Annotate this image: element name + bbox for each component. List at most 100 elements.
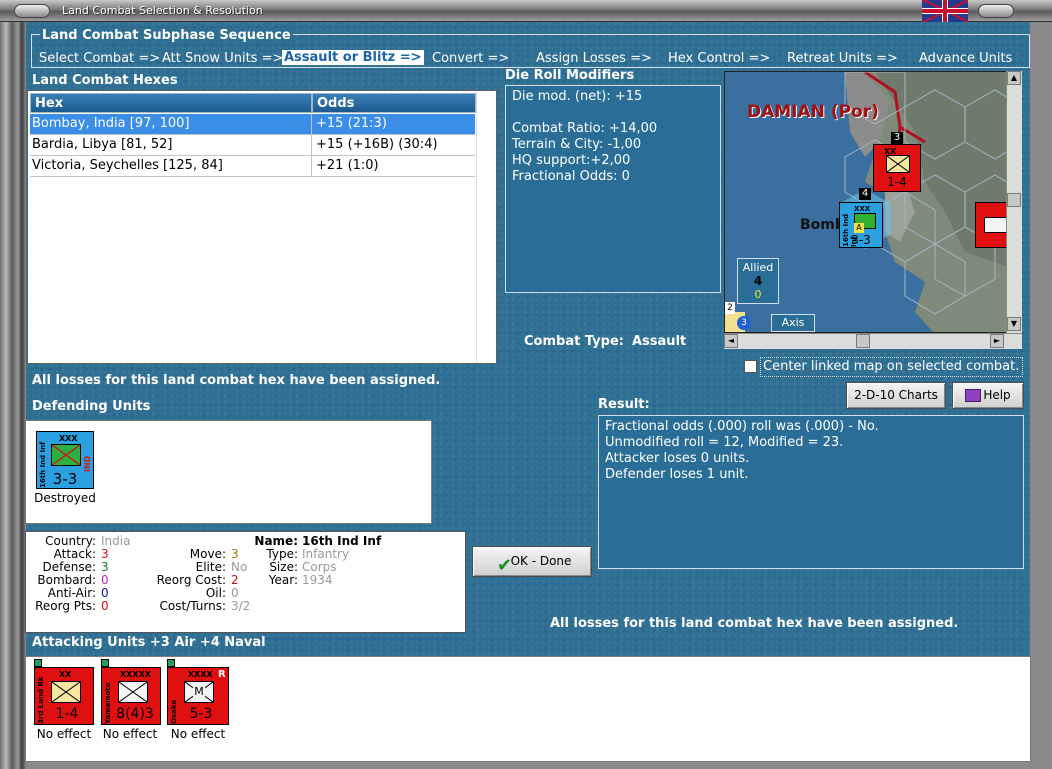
map-horizontal-scrollbar[interactable]: ◄ ► <box>724 333 1022 349</box>
table-row[interactable]: Bardia, Libya [81, 52] +15 (+16B) (30:4) <box>30 135 475 156</box>
terrain-city-line: Terrain & City: -1,00 <box>512 137 642 152</box>
motorized-symbol-icon: M <box>184 681 214 703</box>
defending-unit-counter[interactable]: 16th Ind Inf XXX IND 3-3 <box>36 431 94 489</box>
step-advance-units[interactable]: Advance Units <box>919 51 1012 66</box>
step-convert[interactable]: Convert => <box>432 51 509 66</box>
step-retreat-units[interactable]: Retreat Units => <box>787 51 898 66</box>
window-control-button[interactable] <box>978 4 1014 18</box>
info-label: Oil: <box>205 586 226 600</box>
leader-name-label: DAMIAN (Por) <box>747 102 879 122</box>
scroll-down-button[interactable]: ▼ <box>1007 317 1021 331</box>
help-book-icon <box>965 389 981 402</box>
info-label: Move: <box>189 547 226 561</box>
counter-size: XXXX <box>188 670 213 679</box>
result-line: Defender loses 1 unit. <box>605 467 749 482</box>
allied-count: 4 <box>753 274 763 288</box>
scroll-thumb[interactable] <box>856 334 870 348</box>
allied-stack-box[interactable]: Allied 4 0 <box>737 258 779 304</box>
step-select-combat[interactable]: Select Combat => <box>39 51 160 66</box>
step-assign-losses[interactable]: Assign Losses => <box>536 51 652 66</box>
counter-values: 3-3 <box>52 470 78 488</box>
odds-cell: +21 (1:0) <box>316 158 379 173</box>
info-value-defense: 3 <box>101 560 109 574</box>
counter-values: 1-4 <box>55 706 79 722</box>
info-label: Anti-Air: <box>47 586 96 600</box>
table-scroll-area <box>476 91 496 363</box>
allied-label: Allied <box>742 261 774 274</box>
unit-info-panel: Country: India Attack: 3 Defense: 3 Bomb… <box>25 531 466 633</box>
title-bar: Land Combat Selection & Resolution <box>0 0 1052 22</box>
odds-cell: +15 (21:3) <box>316 116 387 131</box>
unit-marker-icon <box>101 659 109 667</box>
info-value-elite: No <box>231 560 248 574</box>
info-label: Cost/Turns: <box>159 599 226 613</box>
british-flag-icon <box>922 0 968 22</box>
scroll-up-button[interactable]: ▲ <box>1007 71 1021 85</box>
hex-cell: Bardia, Libya [81, 52] <box>30 135 312 156</box>
info-label: Attack: <box>53 547 96 561</box>
hex-cell: Bombay, India [97, 100] <box>30 114 312 135</box>
column-header-odds[interactable]: Odds <box>312 93 476 113</box>
counter-size: XXXXX <box>120 670 151 679</box>
map-indian-corps-counter[interactable]: 16th Ind Inf XXX A 3-3 <box>839 202 883 248</box>
info-value-name: 16th Ind Inf <box>302 534 382 548</box>
column-header-hex[interactable]: Hex <box>30 93 312 113</box>
odds-cell: +15 (+16B) (30:4) <box>316 137 438 152</box>
info-value-year: 1934 <box>302 573 333 587</box>
help-button[interactable]: Help <box>952 382 1024 409</box>
hex-cell: Victoria, Seychelles [125, 84] <box>30 156 312 177</box>
attacking-unit-counter[interactable]: Yamamoto XXXXX 8(4)3 <box>101 667 161 725</box>
info-label: Size: <box>269 560 298 574</box>
axis-stack-box[interactable]: Axis <box>771 314 815 332</box>
subphase-sequence: Land Combat Subphase Sequence Select Com… <box>31 28 1030 68</box>
scroll-right-button[interactable]: ► <box>990 334 1004 348</box>
info-label: Year: <box>268 573 298 587</box>
info-label: Country: <box>45 534 96 548</box>
result-line: Fractional odds (.000) roll was (.000) -… <box>605 419 879 434</box>
subphase-title: Land Combat Subphase Sequence <box>40 28 293 43</box>
info-label: Elite: <box>195 560 226 574</box>
table-row[interactable]: Bombay, India [97, 100] +15 (21:3) <box>30 114 475 135</box>
step-hex-control[interactable]: Hex Control => <box>668 51 770 66</box>
info-value-anti-air: 0 <box>101 586 109 600</box>
losses-assigned-message-bottom: All losses for this land combat hex have… <box>550 616 959 631</box>
info-value-size: Corps <box>302 560 337 574</box>
window-menu-button[interactable] <box>14 4 50 18</box>
attacking-unit-counter[interactable]: 3rd Land Rk XX 1-4 <box>34 667 94 725</box>
window-title: Land Combat Selection & Resolution <box>62 4 263 17</box>
result-panel: Fractional odds (.000) roll was (.000) -… <box>598 415 1024 569</box>
charts-button[interactable]: 2-D-10 Charts <box>846 382 946 409</box>
table-row[interactable]: Victoria, Seychelles [125, 84] +21 (1:0) <box>30 156 475 177</box>
ok-done-button[interactable]: ✔ OK - Done <box>472 546 592 577</box>
losses-assigned-message: All losses for this land combat hex have… <box>32 373 441 388</box>
stack-bottom-count: 2 <box>725 302 735 314</box>
info-value-reorg-pts: 0 <box>101 599 109 613</box>
die-roll-modifiers-panel: Die mod. (net): +15 Combat Ratio: +14,00… <box>505 85 721 293</box>
counter-values: 1-4 <box>887 175 907 189</box>
attacking-unit-status: No effect <box>170 727 226 741</box>
step-att-snow-units[interactable]: Att Snow Units => <box>162 51 283 66</box>
info-value-country: India <box>101 534 131 548</box>
info-value-oil: 0 <box>231 586 239 600</box>
info-value-type: Infantry <box>302 547 350 561</box>
info-label: Bombard: <box>37 573 96 587</box>
counter-size: XXX <box>59 434 78 443</box>
allied-sub: 0 <box>754 288 762 301</box>
center-linked-label[interactable]: Center linked map on selected combat. <box>760 357 1023 377</box>
map-vertical-scrollbar[interactable]: ▲ ▼ <box>1006 71 1022 333</box>
defending-units-panel: 16th Ind Inf XXX IND 3-3 Destroyed <box>25 420 432 524</box>
scroll-thumb[interactable] <box>1007 193 1021 207</box>
stack-top-count: 3 <box>891 132 903 144</box>
linked-map[interactable]: DAMIAN (Por) Bomb XX 1-4 3 16th Ind Inf … <box>724 71 1022 333</box>
attacking-unit-counter[interactable]: Osaka XXXX R M 5-3 <box>167 667 229 725</box>
center-linked-checkbox[interactable] <box>744 360 757 373</box>
attacking-unit-status: No effect <box>102 727 158 741</box>
step-assault-or-blitz[interactable]: Assault or Blitz => <box>282 50 424 65</box>
scroll-left-button[interactable]: ◄ <box>724 334 738 348</box>
land-combat-hexes-table: Hex Odds Bombay, India [97, 100] +15 (21… <box>27 90 497 364</box>
help-button-label: Help <box>983 388 1011 402</box>
checkmark-icon: ✔ <box>497 555 513 576</box>
info-label: Name: <box>254 534 298 548</box>
combat-ratio-line: Combat Ratio: +14,00 <box>512 121 658 136</box>
map-japanese-corps-counter[interactable]: XX 1-4 <box>873 144 921 192</box>
